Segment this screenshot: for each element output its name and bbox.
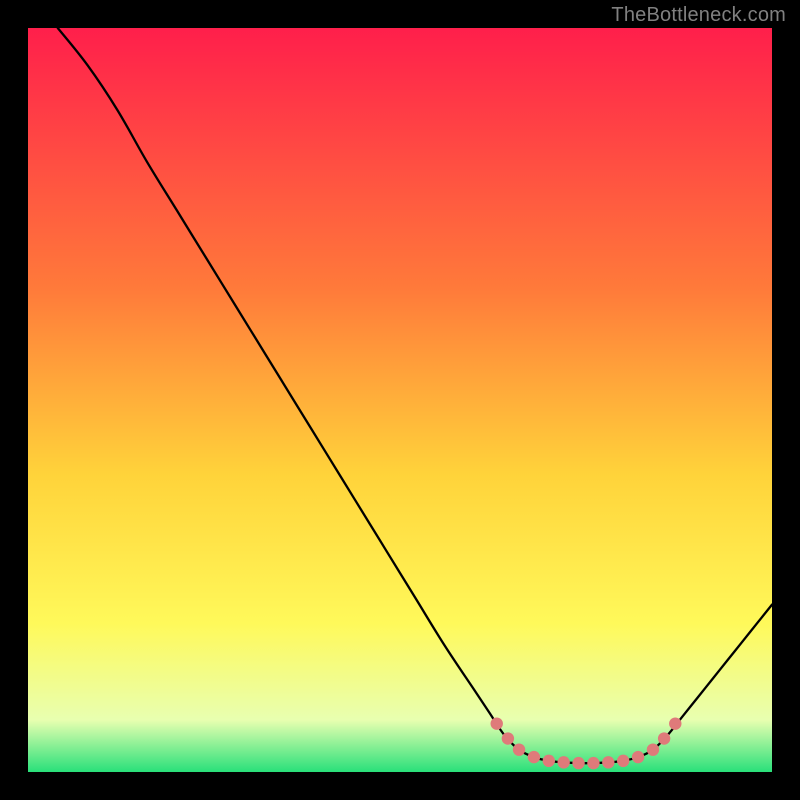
data-marker (557, 756, 569, 768)
data-marker (632, 751, 644, 763)
data-marker (587, 757, 599, 769)
data-marker (513, 743, 525, 755)
data-marker (528, 751, 540, 763)
data-marker (502, 732, 514, 744)
data-marker (602, 756, 614, 768)
data-marker (669, 717, 681, 729)
attribution-text: TheBottleneck.com (611, 4, 786, 27)
data-marker (572, 757, 584, 769)
chart-svg (28, 28, 772, 772)
data-marker (658, 732, 670, 744)
data-marker (647, 743, 659, 755)
chart-container: TheBottleneck.com (0, 0, 800, 800)
data-marker (543, 755, 555, 767)
plot-area (28, 28, 772, 772)
data-marker (491, 717, 503, 729)
gradient-background (28, 28, 772, 772)
data-marker (617, 755, 629, 767)
